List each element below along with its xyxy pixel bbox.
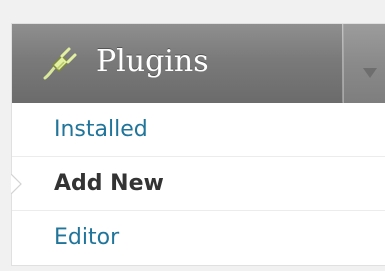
submenu-item-add-new[interactable]: Add New (11, 157, 385, 211)
plugins-menu: Plugins Installed Add New Editor (11, 23, 385, 266)
submenu-item-editor[interactable]: Editor (12, 211, 385, 265)
submenu-item-label[interactable]: Add New (54, 171, 164, 196)
plug-icon (43, 47, 77, 80)
menu-toggle[interactable] (343, 24, 385, 103)
menu-title: Plugins (96, 44, 209, 79)
submenu-item-label[interactable]: Installed (54, 117, 148, 142)
plugins-menu-header[interactable]: Plugins (12, 24, 385, 103)
submenu-item-installed[interactable]: Installed (12, 103, 385, 157)
current-item-arrow-icon (11, 174, 22, 194)
submenu-item-label[interactable]: Editor (54, 225, 119, 250)
triangle-down-icon[interactable] (363, 68, 377, 78)
